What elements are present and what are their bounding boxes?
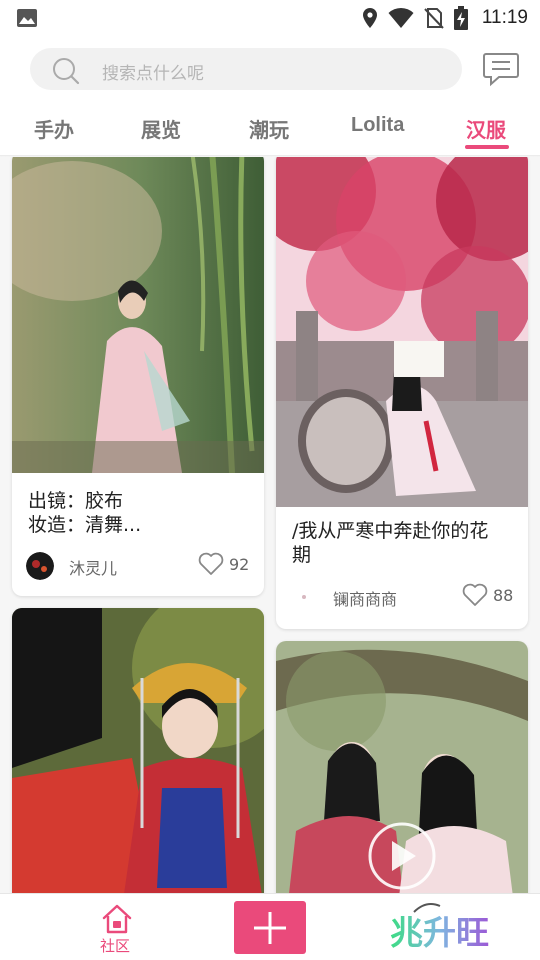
search-icon <box>53 58 80 85</box>
search-row: 搜索点什么呢 <box>0 44 540 96</box>
post-photo <box>12 608 264 893</box>
post-title: /我从严寒中奔赴你的花 期 <box>292 519 514 567</box>
post-feed[interactable]: 出镜：胶布 妆造：清舞... 沐灵儿 92 /我从严寒中奔赴你的花 期 镧商商商… <box>0 157 540 893</box>
like-count: 88 <box>493 586 514 605</box>
brand-text: 兆升旺 <box>390 913 489 952</box>
post-card[interactable] <box>12 608 264 893</box>
tab-figures[interactable]: 手办 <box>34 114 74 143</box>
like-count: 92 <box>229 555 250 574</box>
post-photo <box>276 641 528 893</box>
category-tabs: 手办 展览 潮玩 Lolita 汉服 <box>0 104 540 156</box>
add-post-button[interactable] <box>234 901 306 954</box>
author-name[interactable]: 镧商商商 <box>333 586 397 610</box>
tab-exhibitions[interactable]: 展览 <box>141 114 181 143</box>
author-name[interactable]: 沐灵儿 <box>69 555 117 579</box>
heart-icon[interactable] <box>462 583 488 607</box>
location-icon <box>362 8 377 28</box>
tab-hanfu[interactable]: 汉服 <box>466 114 506 143</box>
post-card[interactable]: /我从严寒中奔赴你的花 期 镧商商商 88 <box>276 157 528 629</box>
post-title-line: 期 <box>292 544 312 566</box>
wifi-icon <box>388 7 414 28</box>
brand-logo[interactable]: 兆升旺 <box>388 898 492 956</box>
status-clock: 11:19 <box>481 7 528 28</box>
no-sim-icon <box>424 8 444 29</box>
plus-icon <box>254 912 286 944</box>
gallery-notification-icon <box>17 9 37 27</box>
home-icon <box>102 904 132 934</box>
search-input[interactable]: 搜索点什么呢 <box>30 48 462 90</box>
post-title-line: /我从严寒中奔赴你的花 <box>292 520 489 542</box>
status-bar: 11:19 <box>0 0 540 36</box>
post-card[interactable]: 出镜：胶布 妆造：清舞... 沐灵儿 92 <box>12 157 264 596</box>
message-icon[interactable] <box>482 51 520 87</box>
post-photo <box>276 157 528 507</box>
post-photo <box>12 157 264 473</box>
post-title: 出镜：胶布 妆造：清舞... <box>28 489 250 537</box>
post-title-line: 出镜：胶布 <box>28 490 124 512</box>
heart-icon[interactable] <box>198 552 224 576</box>
post-title-line: 妆造：清舞... <box>28 514 142 536</box>
search-placeholder: 搜索点什么呢 <box>102 64 204 84</box>
tab-lolita[interactable]: Lolita <box>351 114 404 137</box>
tab-trendy-toys[interactable]: 潮玩 <box>249 114 289 143</box>
battery-charging-icon <box>453 6 468 30</box>
nav-community-label: 社区 <box>100 937 131 955</box>
nav-community[interactable]: 社区 <box>98 900 138 956</box>
active-tab-indicator <box>465 145 509 149</box>
avatar[interactable] <box>290 583 318 611</box>
post-card[interactable] <box>276 641 528 893</box>
avatar[interactable] <box>26 552 54 580</box>
bottom-navigation: 社区 兆升旺 <box>0 893 540 960</box>
